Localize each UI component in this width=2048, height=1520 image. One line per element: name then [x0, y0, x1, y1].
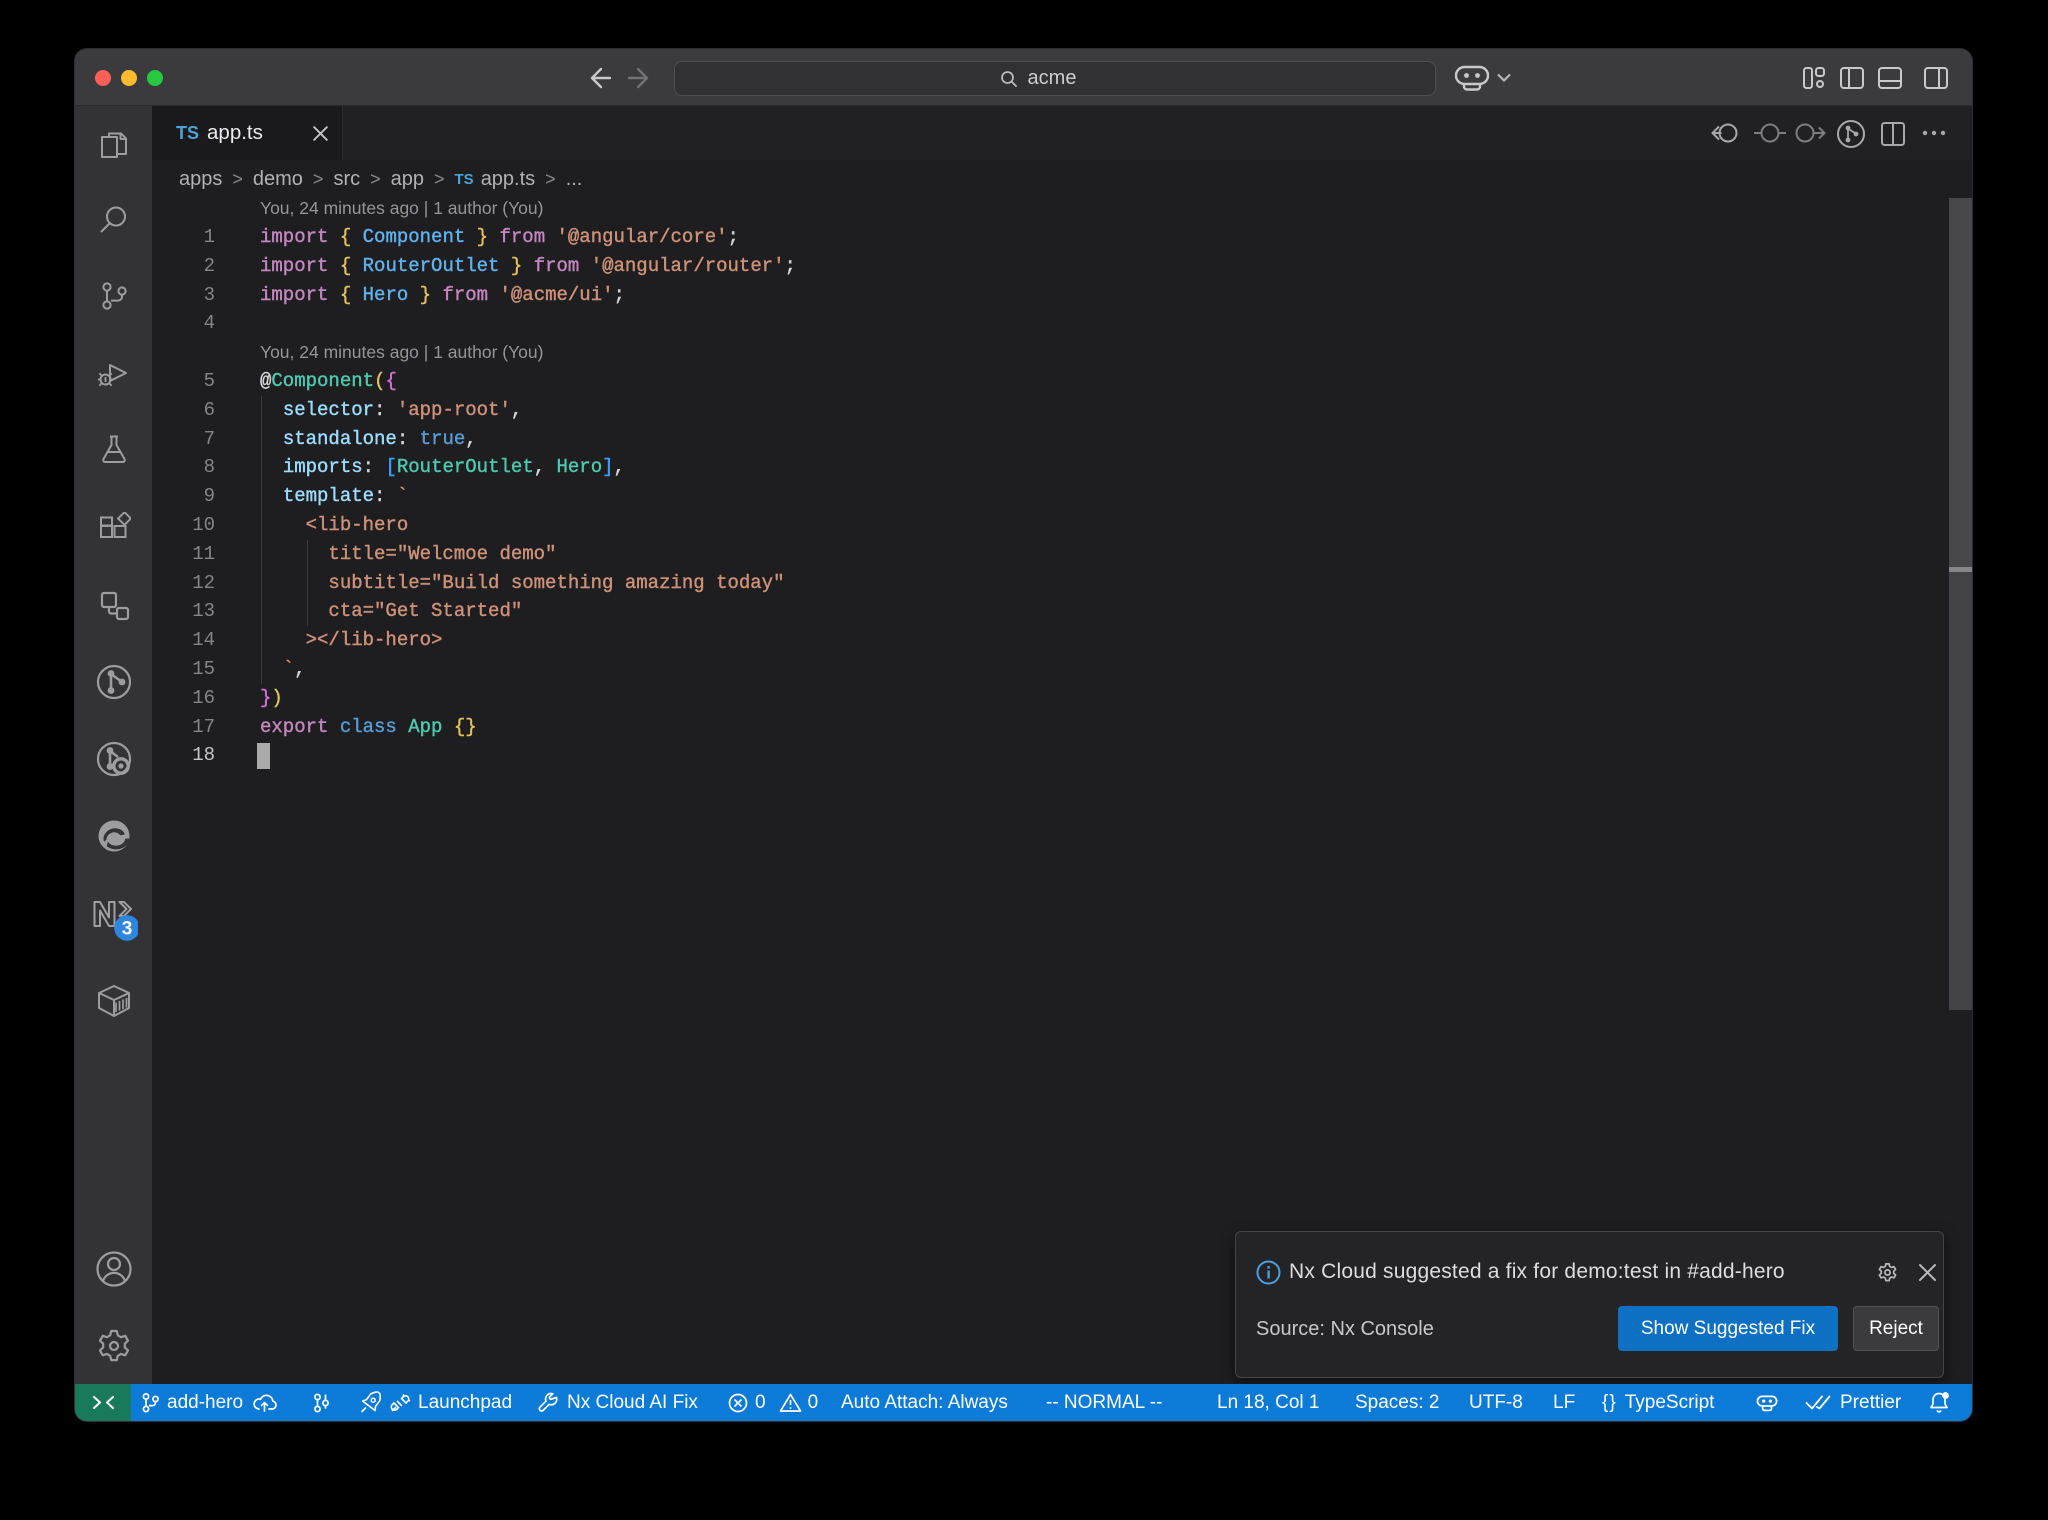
svg-text:3: 3 [121, 919, 132, 940]
